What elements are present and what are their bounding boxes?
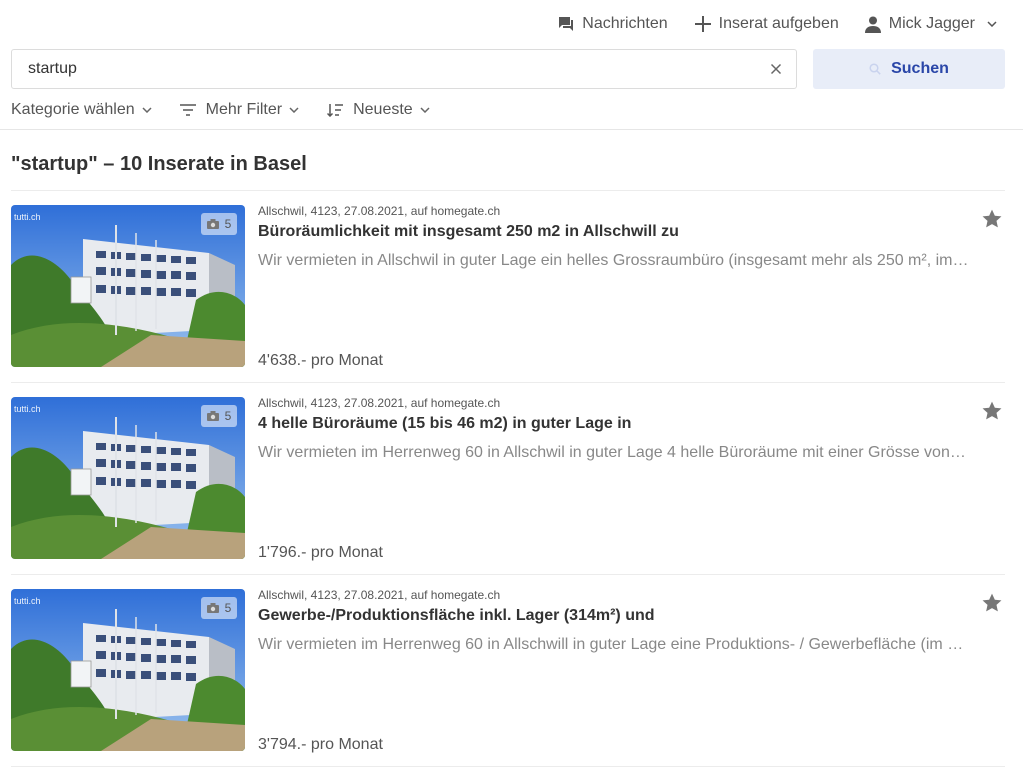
listing-item[interactable]: tutti.ch 5 Allschwil, 4123, 27.08.2021, …: [11, 383, 1005, 575]
tutti-watermark: tutti.ch: [14, 404, 41, 414]
post-ad-link[interactable]: Inserat aufgeben: [694, 15, 839, 33]
camera-icon: [206, 411, 219, 421]
chat-icon: [559, 17, 574, 31]
favorite-star-icon[interactable]: [981, 400, 1003, 422]
post-ad-label: Inserat aufgeben: [718, 15, 839, 32]
listing-thumbnail[interactable]: tutti.ch 5: [11, 205, 245, 367]
listing-meta: Allschwil, 4123, 27.08.2021, auf homegat…: [258, 204, 501, 218]
listing-thumbnail[interactable]: tutti.ch 5: [11, 589, 245, 751]
user-icon: [864, 16, 881, 33]
search-input[interactable]: [28, 50, 748, 88]
tutti-watermark: tutti.ch: [14, 212, 41, 222]
user-name: Mick Jagger: [888, 15, 975, 32]
plus-icon: [694, 16, 711, 32]
listing-price: 1'796.- pro Monat: [258, 544, 383, 561]
search-icon: [869, 63, 881, 75]
category-dropdown[interactable]: Kategorie wählen: [11, 101, 152, 119]
header-divider: [0, 129, 1023, 130]
listing-meta: Allschwil, 4123, 27.08.2021, auf homegat…: [258, 588, 501, 602]
search-box: [11, 49, 797, 89]
search-button-label: Suchen: [891, 60, 949, 77]
listing-price: 4'638.- pro Monat: [258, 352, 383, 369]
sort-label: Neueste: [353, 101, 413, 118]
results-heading: "startup" – 10 Inserate in Basel: [11, 153, 307, 175]
messages-link[interactable]: Nachrichten: [558, 15, 668, 33]
listing-description: Wir vermieten im Herrenweg 60 in Allschw…: [258, 444, 970, 461]
chevron-down-icon: [987, 21, 997, 27]
photo-count-badge: 5: [201, 213, 237, 235]
sort-dropdown[interactable]: Neueste: [327, 101, 430, 119]
filter-icon: [179, 104, 196, 116]
messages-label: Nachrichten: [582, 15, 668, 32]
listing-meta: Allschwil, 4123, 27.08.2021, auf homegat…: [258, 396, 501, 410]
chevron-down-icon: [142, 107, 152, 113]
tutti-watermark: tutti.ch: [14, 596, 41, 606]
listing-title[interactable]: 4 helle Büroräume (15 bis 46 m2) in gute…: [258, 415, 631, 433]
photo-count: 5: [224, 409, 232, 423]
listing-divider: [11, 766, 1005, 767]
more-filters-dropdown[interactable]: Mehr Filter: [179, 101, 299, 119]
listing-description: Wir vermieten im Herrenweg 60 in Allschw…: [258, 636, 970, 653]
listing-description: Wir vermieten in Allschwil in guter Lage…: [258, 252, 970, 269]
photo-count: 5: [224, 601, 232, 615]
category-label: Kategorie wählen: [11, 101, 135, 118]
photo-count-badge: 5: [201, 597, 237, 619]
favorite-star-icon[interactable]: [981, 592, 1003, 614]
photo-count-badge: 5: [201, 405, 237, 427]
sort-icon: [327, 104, 344, 117]
filter-row: Kategorie wählen Mehr Filter Neueste: [11, 98, 430, 122]
chevron-down-icon: [420, 107, 430, 113]
clear-search-icon[interactable]: [768, 61, 784, 77]
listing-price: 3'794.- pro Monat: [258, 736, 383, 753]
listing-title[interactable]: Gewerbe-/Produktionsfläche inkl. Lager (…: [258, 607, 655, 625]
user-menu[interactable]: Mick Jagger: [864, 15, 1005, 33]
camera-icon: [206, 603, 219, 613]
camera-icon: [206, 219, 219, 229]
photo-count: 5: [224, 217, 232, 231]
listing-item[interactable]: tutti.ch 5 Allschwil, 4123, 27.08.2021, …: [11, 191, 1005, 383]
listing-item[interactable]: tutti.ch 5 Allschwil, 4123, 27.08.2021, …: [11, 575, 1005, 767]
listing-thumbnail[interactable]: tutti.ch 5: [11, 397, 245, 559]
more-filters-label: Mehr Filter: [205, 101, 283, 118]
chevron-down-icon: [289, 107, 299, 113]
favorite-star-icon[interactable]: [981, 208, 1003, 230]
search-button[interactable]: Suchen: [813, 49, 1005, 89]
listing-title[interactable]: Büroräumlichkeit mit insgesamt 250 m2 in…: [258, 223, 679, 241]
top-navigation: Nachrichten Inserat aufgeben Mick Jagger: [558, 10, 1005, 38]
